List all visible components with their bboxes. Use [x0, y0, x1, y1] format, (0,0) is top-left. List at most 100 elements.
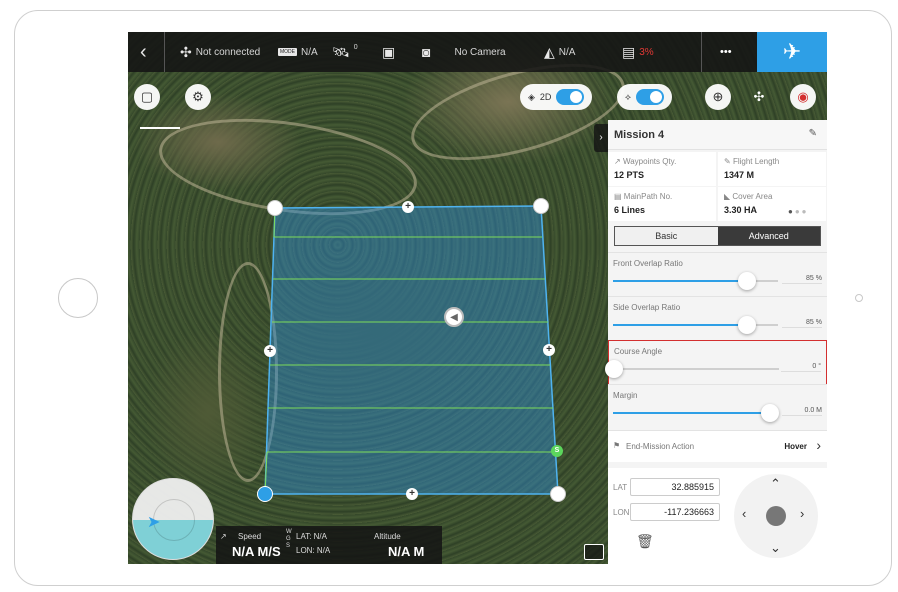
altitude-label: Altitude [374, 532, 401, 541]
add-point-handle[interactable]: + [264, 345, 276, 357]
lat-input[interactable]: 32.885915 [630, 478, 720, 496]
flight-length-label: ✎ Flight Length [724, 157, 780, 166]
divider [164, 32, 165, 72]
coordinate-editor: LAT 32.885915 LON -117.236663 🗑 ⌃ ⌄ ‹ › [608, 468, 827, 564]
flight-length-value: 1347 M [724, 170, 755, 180]
slider-track[interactable] [613, 404, 779, 422]
radar-compass: ➤ ⊙ [132, 478, 214, 560]
airplane-icon: ✈ [782, 39, 802, 64]
more-button[interactable]: ••• [720, 32, 732, 72]
camera-label: No Camera [454, 46, 506, 58]
signal-status: ◭ N/A [544, 32, 575, 72]
signal-icon: ◭ [544, 43, 555, 60]
camera-icon: ◙ [422, 44, 431, 60]
slider-fill [613, 280, 747, 282]
battery-status: ▤ 3% [622, 32, 654, 72]
toggle-2d-label: 2D [539, 92, 552, 102]
lat-text: LAT: N/A [296, 532, 327, 541]
camera-view-toggle-icon[interactable] [584, 544, 604, 560]
lon-label: LON [613, 508, 630, 517]
add-point-handle[interactable]: + [402, 201, 414, 213]
slider-knob[interactable] [605, 360, 623, 378]
end-mission-action-row[interactable]: ⚑ End-Mission Action Hover › [608, 430, 827, 462]
panel-collapse-button[interactable]: › [594, 124, 608, 152]
polygon-center-drag-icon[interactable]: ◀ [444, 307, 464, 327]
lon-text: LON: N/A [296, 546, 331, 555]
mainpath-value: 6 Lines [614, 205, 646, 215]
locate-button[interactable]: ⊕ [705, 84, 731, 110]
nudge-down-icon[interactable]: ⌄ [770, 540, 781, 556]
toggle-switch[interactable] [556, 89, 585, 105]
nudge-left-icon[interactable]: ‹ [742, 506, 746, 521]
tab-basic[interactable]: Basic [615, 227, 718, 245]
connection-status[interactable]: ✣ Not connected [180, 32, 260, 72]
battery-icon: ▤ [622, 43, 636, 60]
compass-button[interactable]: ◉ [790, 84, 816, 110]
flight-length-stat: ✎ Flight Length 1347 M [718, 152, 826, 186]
slider-track[interactable] [613, 272, 778, 290]
divider [701, 32, 702, 72]
battery-value: 3% [639, 46, 654, 58]
waypoint-marker[interactable]: S [551, 445, 563, 457]
camera-status: ◙ No Camera [422, 32, 506, 72]
connection-label: Not connected [195, 46, 261, 58]
path-icon: ⟡ [625, 91, 631, 102]
corner-handle[interactable] [267, 200, 283, 216]
slider-value: 0.0 M [782, 407, 822, 416]
mode-value: N/A [301, 46, 318, 58]
slider-track[interactable] [613, 316, 778, 334]
start-point-handle[interactable] [257, 486, 273, 502]
path-toggle[interactable]: ⟡ [617, 84, 672, 110]
chevron-left-icon: ‹ [140, 40, 147, 63]
flight-status-bar: ↗ Speed N/A M/S W G S LAT: N/A LON: N/A … [216, 526, 442, 564]
add-point-handle[interactable]: + [406, 488, 418, 500]
slider-knob[interactable] [737, 272, 756, 290]
altitude-value: N/A M [388, 544, 425, 559]
mission-title: Mission 4 [614, 129, 665, 141]
map-2d-toggle[interactable]: ◈ 2D [520, 84, 593, 110]
lon-input[interactable]: -117.236663 [630, 503, 720, 521]
add-point-handle[interactable]: + [543, 344, 555, 356]
waypoints-label: ↗ Waypoints Qty. [614, 157, 677, 166]
corner-handle[interactable] [550, 486, 566, 502]
end-action-label: End-Mission Action [626, 442, 695, 451]
flight-mode-status: MODE N/A [278, 32, 318, 72]
waypoints-value: 12 PTS [614, 170, 645, 180]
slider-knob[interactable] [760, 404, 779, 422]
toggle-switch[interactable] [635, 89, 664, 105]
nudge-center-button[interactable] [766, 506, 786, 526]
cover-area-value: 3.30 HA [724, 205, 758, 215]
home-button[interactable] [58, 278, 98, 318]
trash-icon[interactable]: 🗑 [636, 533, 654, 550]
drone-icon: ✣ [180, 43, 192, 60]
remote-controller-icon: ▣ [382, 43, 396, 60]
nudge-right-icon[interactable]: › [800, 506, 804, 521]
remote-controller-status: ▣ [382, 32, 395, 72]
slider-value: 0 ° [781, 363, 821, 372]
nudge-up-icon[interactable]: ⌃ [770, 476, 781, 492]
chevron-right-icon: › [599, 132, 603, 143]
back-button[interactable]: ‹ [140, 32, 147, 72]
satellite-icon: 🛰 [332, 43, 350, 60]
slider-row-course-angle: Course Angle 0 ° [605, 340, 827, 385]
speed-label: Speed [238, 532, 262, 541]
save-button[interactable]: ▢ [134, 84, 160, 110]
survey-polygon [264, 205, 559, 495]
drone-position-button[interactable]: ✣ [746, 84, 772, 110]
slider-label: Side Overlap Ratio [613, 303, 681, 312]
slider-track[interactable] [605, 360, 779, 378]
slider-knob[interactable] [737, 316, 756, 334]
slider-value: 85 % [782, 275, 822, 284]
crosshair-icon: ⊕ [712, 89, 724, 104]
layers-icon: ◈ [528, 91, 535, 102]
slider-fill [613, 324, 747, 326]
slider-fill [613, 412, 770, 414]
slider-row-front-overlap-ratio: Front Overlap Ratio 85 % [608, 252, 827, 297]
tab-advanced[interactable]: Advanced [717, 227, 820, 245]
corner-handle[interactable] [533, 198, 549, 214]
settings-button[interactable]: ⚙ [185, 84, 211, 110]
slider-label: Front Overlap Ratio [613, 259, 683, 268]
fly-button[interactable]: ✈ [757, 32, 827, 72]
north-indicator-icon: ⊙ [207, 493, 214, 502]
edit-pencil-icon[interactable]: ✎ [809, 128, 817, 139]
